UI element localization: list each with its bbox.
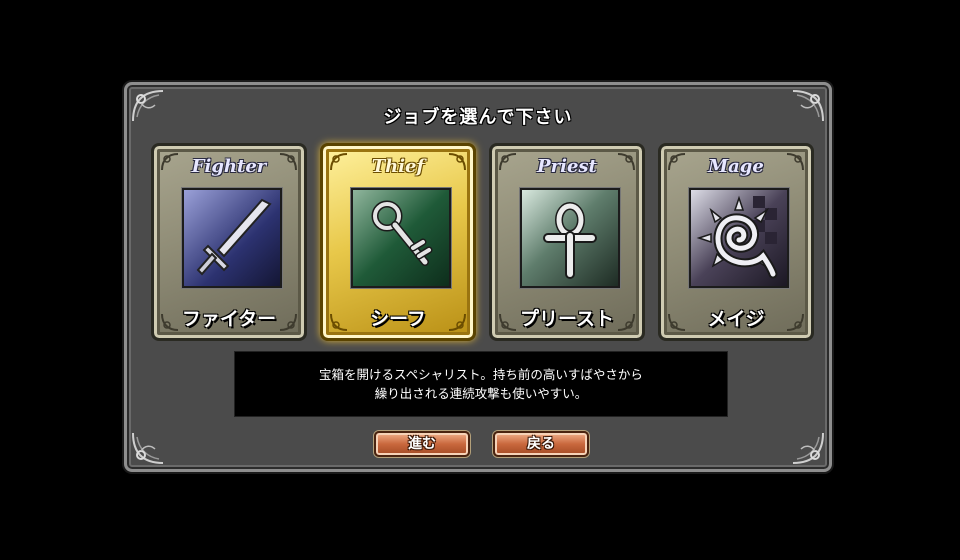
job-name-jp: ファイター bbox=[181, 308, 277, 330]
job-name-en: Mage bbox=[708, 156, 764, 177]
key-icon bbox=[351, 188, 451, 288]
job-card-mage[interactable]: Mage メイジ bbox=[658, 143, 814, 341]
job-name-en: Priest bbox=[537, 156, 597, 177]
job-name-jp: メイジ bbox=[707, 308, 765, 330]
job-select-dialog: ジョブを選んで下さい Fighter ファイター Thief シーフ Pries… bbox=[124, 82, 832, 472]
back-button-label: 戻る bbox=[527, 436, 555, 452]
proceed-button[interactable]: 進む bbox=[374, 431, 470, 457]
job-description-box: 宝箱を開けるスペシャリスト。持ち前の高いすばやさから 繰り出される連続攻撃も使い… bbox=[234, 351, 728, 417]
back-button[interactable]: 戻る bbox=[493, 431, 589, 457]
job-name-jp: シーフ bbox=[370, 308, 426, 330]
corner-ornament bbox=[132, 432, 164, 464]
job-card-fighter[interactable]: Fighter ファイター bbox=[151, 143, 307, 341]
job-description-line: 繰り出される連続攻撃も使いやすい。 bbox=[374, 386, 588, 401]
ankh-icon bbox=[520, 188, 620, 288]
job-name-en: Fighter bbox=[191, 156, 267, 177]
dialog-title: ジョブを選んで下さい bbox=[383, 107, 573, 128]
job-name-jp: プリースト bbox=[519, 308, 615, 330]
sword-icon bbox=[182, 188, 282, 288]
job-card-thief[interactable]: Thief シーフ bbox=[320, 143, 476, 341]
job-name-en: Thief bbox=[371, 156, 425, 177]
spiral-sun-icon bbox=[689, 188, 789, 288]
job-description-line: 宝箱を開けるスペシャリスト。持ち前の高いすばやさから bbox=[319, 367, 643, 382]
job-card-priest[interactable]: Priest プリースト bbox=[489, 143, 645, 341]
corner-ornament bbox=[792, 432, 824, 464]
proceed-button-label: 進む bbox=[408, 436, 436, 452]
